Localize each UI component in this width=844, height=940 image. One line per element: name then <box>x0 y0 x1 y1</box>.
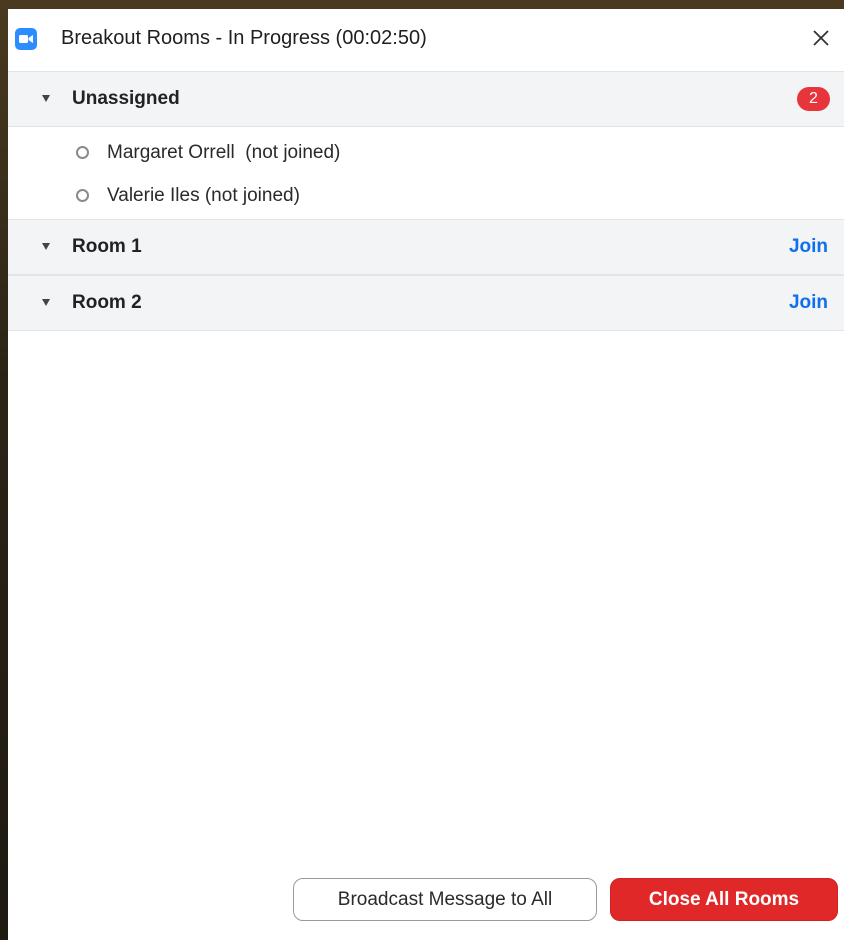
status-circle-icon <box>76 189 89 202</box>
section-label-room-1: Room 1 <box>72 236 142 257</box>
section-room-2[interactable]: Room 2 Join <box>8 275 844 331</box>
section-unassigned[interactable]: Unassigned 2 <box>8 71 844 127</box>
section-label-unassigned: Unassigned <box>72 88 180 109</box>
join-room-2-button[interactable]: Join <box>789 292 828 314</box>
participant-item[interactable]: Valerie Iles (not joined) <box>8 175 844 220</box>
participant-name: Valerie Iles (not joined) <box>107 185 300 206</box>
close-icon[interactable] <box>809 26 833 50</box>
breakout-rooms-window: Breakout Rooms - In Progress (00:02:50) … <box>8 9 844 940</box>
broadcast-message-button[interactable]: Broadcast Message to All <box>293 878 597 921</box>
join-room-1-button[interactable]: Join <box>789 236 828 258</box>
count-badge: 2 <box>797 87 830 111</box>
section-label-room-2: Room 2 <box>72 292 142 313</box>
participant-item[interactable]: Margaret Orrell (not joined) <box>8 132 844 177</box>
participant-name: Margaret Orrell (not joined) <box>107 142 341 163</box>
window-title: Breakout Rooms - In Progress (00:02:50) <box>61 27 427 49</box>
caret-down-icon[interactable] <box>42 243 50 250</box>
close-all-rooms-button[interactable]: Close All Rooms <box>610 878 838 921</box>
section-room-1[interactable]: Room 1 Join <box>8 219 844 275</box>
title-bar: Breakout Rooms - In Progress (00:02:50) <box>8 9 844 71</box>
caret-down-icon[interactable] <box>42 95 50 102</box>
status-circle-icon <box>76 146 89 159</box>
zoom-camera-icon <box>15 28 37 50</box>
caret-down-icon[interactable] <box>42 299 50 306</box>
